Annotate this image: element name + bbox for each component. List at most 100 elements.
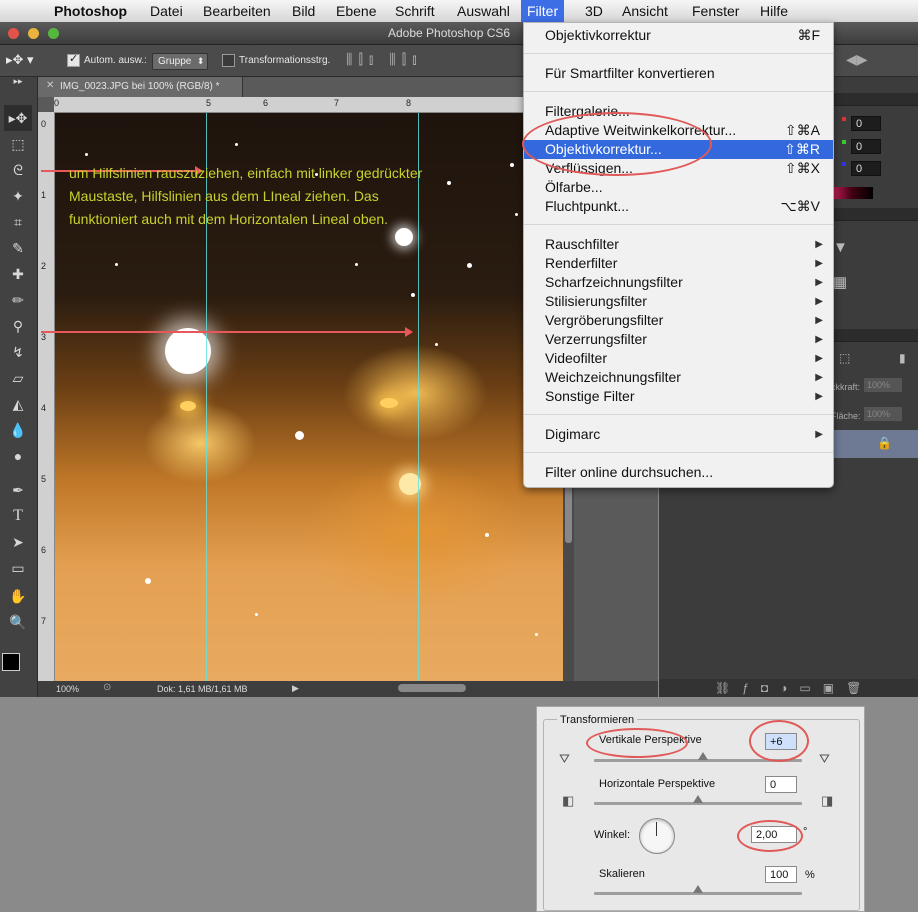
adjustment-icon[interactable]: ▼ xyxy=(833,239,848,256)
menu-item-blur[interactable]: Weichzeichnungsfilter ▶ xyxy=(524,368,833,387)
menu-bar: Photoshop Datei Bearbeiten Bild Ebene Sc… xyxy=(0,0,918,23)
paint-bucket-icon[interactable]: ◭ xyxy=(4,391,32,417)
menu-auswahl[interactable]: Auswahl xyxy=(457,3,510,19)
horizontal-scrollbar-thumb[interactable] xyxy=(398,684,466,692)
auto-select-checkbox[interactable]: ✓ xyxy=(67,53,80,67)
minimize-window-button[interactable] xyxy=(28,28,39,39)
tutorial-annotation: um Hilfslinien rauszuziehen, einfach mit… xyxy=(69,165,423,227)
menu-item-sharpen[interactable]: Scharfzeichnungsfilter ▶ xyxy=(524,273,833,292)
move-tool-icon[interactable]: ▸✥ xyxy=(4,105,32,131)
path-selection-icon[interactable]: ➤ xyxy=(4,529,32,555)
ruler-v-label: 7 xyxy=(41,616,47,626)
3d-mode-icon[interactable]: ◀▶ xyxy=(846,51,868,68)
menu-item-pixelate[interactable]: Vergröberungsfilter ▶ xyxy=(524,311,833,330)
menu-separator xyxy=(524,53,833,54)
menu-3d[interactable]: 3D xyxy=(585,3,603,19)
menu-item-other[interactable]: Sonstige Filter ▶ xyxy=(524,387,833,406)
color-ramp[interactable] xyxy=(831,187,873,199)
menu-item-video[interactable]: Videofilter ▶ xyxy=(524,349,833,368)
menu-item-smart-filter[interactable]: Für Smartfilter konvertieren xyxy=(524,64,833,83)
layer-filter-toggle-icon[interactable]: ▮ xyxy=(899,351,906,365)
menu-bild[interactable]: Bild xyxy=(292,3,315,19)
menu-item-distort[interactable]: Verzerrungsfilter ▶ xyxy=(524,330,833,349)
move-tool-icon[interactable]: ▸✥ ▾ xyxy=(6,52,34,68)
submenu-arrow-icon: ▶ xyxy=(815,258,823,269)
menu-item-oil-paint[interactable]: Ölfarbe... xyxy=(524,178,833,197)
zoom-window-button[interactable] xyxy=(48,28,59,39)
eraser-icon[interactable]: ▱ xyxy=(4,365,32,391)
pen-tool-icon[interactable]: ✒ xyxy=(4,477,32,503)
foreground-color-swatch[interactable] xyxy=(2,653,20,671)
status-icon[interactable]: ⊙ xyxy=(103,682,111,693)
type-tool-icon[interactable]: T xyxy=(4,503,32,529)
eyedropper-icon[interactable]: ✎ xyxy=(4,235,32,261)
dodge-tool-icon[interactable]: ● xyxy=(4,443,32,469)
submenu-arrow-icon: ▶ xyxy=(815,277,823,288)
color-b-value[interactable]: 0 xyxy=(851,161,881,176)
menu-photoshop[interactable]: Photoshop xyxy=(54,3,127,19)
highlight-circle xyxy=(522,112,712,176)
grid-adjustment-icon[interactable]: ▦ xyxy=(833,273,847,291)
hand-tool-icon[interactable]: ✋ xyxy=(4,583,32,609)
layer-row-selected[interactable]: 🔒 xyxy=(831,430,918,458)
close-tab-icon[interactable]: ✕ xyxy=(46,80,54,91)
menu-item-stylize[interactable]: Stilisierungsfilter ▶ xyxy=(524,292,833,311)
close-window-button[interactable] xyxy=(8,28,19,39)
menu-item-digimarc[interactable]: Digimarc ▶ xyxy=(524,425,833,444)
document-tab[interactable]: IMG_0023.JPG bei 100% (RGB/8) * xyxy=(38,77,243,97)
menu-separator xyxy=(524,224,833,225)
menu-fenster[interactable]: Fenster xyxy=(692,3,739,19)
horizontal-perspective-knob[interactable] xyxy=(693,795,703,803)
submenu-arrow-icon: ▶ xyxy=(815,296,823,307)
menu-filter[interactable]: Filter xyxy=(521,0,565,22)
horizontal-perspective-input[interactable]: 0 xyxy=(765,776,797,793)
menu-schrift[interactable]: Schrift xyxy=(395,3,435,19)
clone-stamp-icon[interactable]: ⚲ xyxy=(4,313,32,339)
ruler-v-label: 2 xyxy=(41,261,47,271)
transform-controls-checkbox[interactable] xyxy=(222,54,235,67)
angle-dial[interactable] xyxy=(639,818,675,854)
fill-field[interactable]: 100% xyxy=(864,407,902,421)
menu-item-noise[interactable]: Rauschfilter ▶ xyxy=(524,235,833,254)
snowflake xyxy=(235,143,238,146)
zoom-level[interactable]: 100% xyxy=(56,684,79,694)
menu-item-browse-online[interactable]: Filter online durchsuchen... xyxy=(524,463,833,482)
layer-filter-icon[interactable]: ⬚ xyxy=(839,351,850,365)
magic-wand-icon[interactable]: ✦ xyxy=(4,183,32,209)
menu-datei[interactable]: Datei xyxy=(150,3,183,19)
menu-separator xyxy=(524,452,833,453)
brush-tool-icon[interactable]: ✏ xyxy=(4,287,32,313)
panel-collapse-icon[interactable]: ▸▸ xyxy=(4,75,32,87)
scale-knob[interactable] xyxy=(693,885,703,893)
opacity-field[interactable]: 100% xyxy=(864,378,902,392)
blur-tool-icon[interactable]: 💧 xyxy=(4,417,32,443)
rectangle-tool-icon[interactable]: ▭ xyxy=(4,555,32,581)
auto-select-dropdown[interactable]: Gruppe xyxy=(152,53,209,70)
menu-ebene[interactable]: Ebene xyxy=(336,3,376,19)
layers-footer-icons[interactable]: ⛓ƒ◘◑▭▣🗑 xyxy=(715,681,873,695)
scale-input[interactable]: 100 xyxy=(765,866,797,883)
menu-item-last-filter[interactable]: Objektivkorrektur ⌘F xyxy=(524,26,833,45)
horizontal-ruler[interactable]: 0 5 6 7 8 xyxy=(54,97,574,113)
align-icons[interactable]: ⫼⫿⫾ ⫼⫿⫾ xyxy=(346,51,423,68)
menu-hilfe[interactable]: Hilfe xyxy=(760,3,788,19)
auto-select-label: Autom. ausw.: xyxy=(84,55,147,66)
vertical-perspective-knob[interactable] xyxy=(698,752,708,760)
color-r-value[interactable]: 0 xyxy=(851,116,881,131)
crop-tool-icon[interactable]: ⌗ xyxy=(4,209,32,235)
transform-group-title: Transformieren xyxy=(557,714,638,726)
status-menu-arrow-icon[interactable]: ▶ xyxy=(292,683,299,694)
marquee-tool-icon[interactable]: ⬚ xyxy=(4,131,32,157)
lasso-tool-icon[interactable]: ᘓ xyxy=(4,157,32,183)
healing-brush-icon[interactable]: ✚ xyxy=(4,261,32,287)
zoom-tool-icon[interactable]: 🔍 xyxy=(4,609,32,635)
transform-panel: Transformieren ⛛ Vertikale Perspektive +… xyxy=(536,706,865,912)
menu-item-render[interactable]: Renderfilter ▶ xyxy=(524,254,833,273)
menu-ansicht[interactable]: Ansicht xyxy=(622,3,668,19)
menu-item-vanishing-point[interactable]: Fluchtpunkt... ⌥⌘V xyxy=(524,197,833,216)
vertical-ruler[interactable]: 0 1 2 3 4 5 6 7 xyxy=(38,112,55,681)
menu-bearbeiten[interactable]: Bearbeiten xyxy=(203,3,271,19)
history-brush-icon[interactable]: ↯ xyxy=(4,339,32,365)
horizontal-perspective-right-icon: ◨ xyxy=(821,793,834,808)
color-g-value[interactable]: 0 xyxy=(851,139,881,154)
